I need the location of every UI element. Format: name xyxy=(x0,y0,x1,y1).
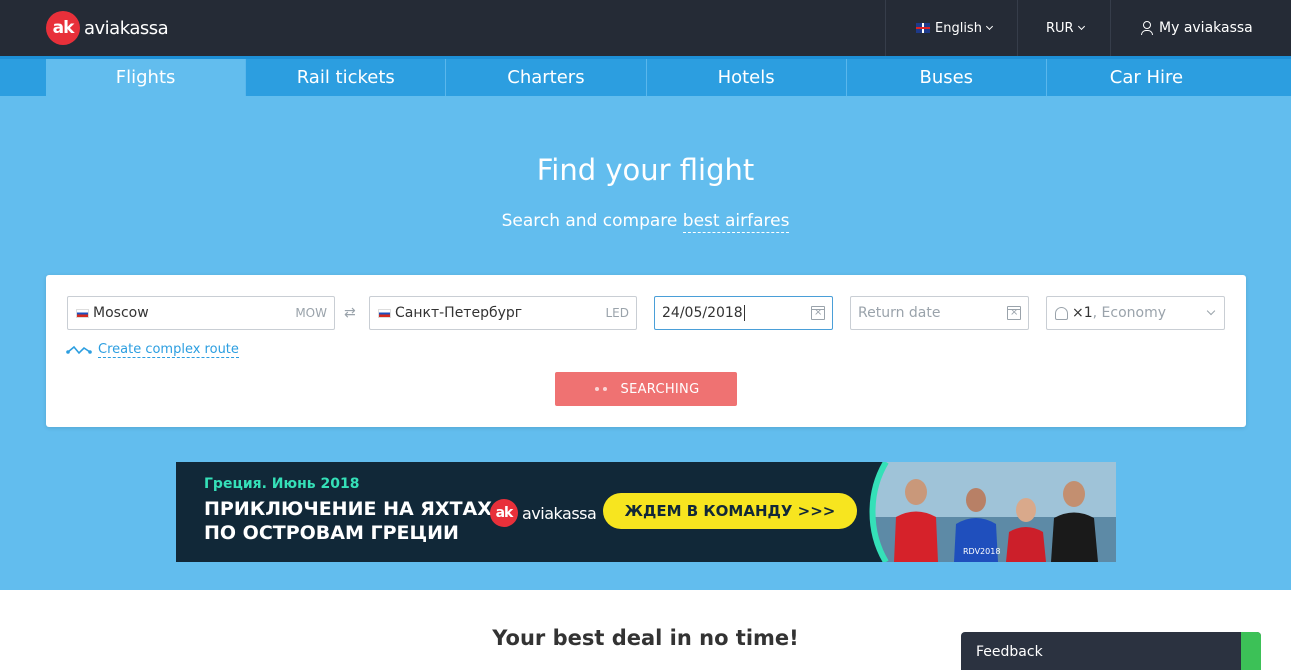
passengers-class-select[interactable]: ×1, Economy xyxy=(1046,296,1225,330)
my-account-link[interactable]: My aviakassa xyxy=(1141,0,1253,56)
team-photo-image: RDV2018 xyxy=(866,462,1116,562)
top-bar: ak aviakassa English RUR My aviakassa xyxy=(0,0,1291,56)
banner-headline-2: ПО ОСТРОВАМ ГРЕЦИИ xyxy=(204,522,459,544)
banner-headline-1: ПРИКЛЮЧЕНИЕ НА ЯХТАХ xyxy=(204,498,492,520)
tab-car-hire[interactable]: Car Hire xyxy=(1047,59,1246,96)
best-airfares-link[interactable]: best airfares xyxy=(682,211,790,233)
search-form: Moscow MOW ⇄ Санкт-Петербург LED 24/05/2… xyxy=(46,275,1246,427)
logo-mark-icon: ak xyxy=(490,499,518,527)
origin-code: MOW xyxy=(295,306,327,320)
destination-city: Санкт-Петербург xyxy=(395,305,523,321)
tab-hotels[interactable]: Hotels xyxy=(647,59,847,96)
route-icon xyxy=(66,345,92,355)
banner-logo: ak aviakassa xyxy=(490,499,597,527)
logo-mark-icon: ak xyxy=(46,11,80,45)
text-cursor xyxy=(743,305,745,321)
create-complex-route-link[interactable]: Create complex route xyxy=(66,342,239,358)
user-icon xyxy=(1141,21,1153,35)
hero-subtitle: Search and compare best airfares xyxy=(0,211,1291,233)
return-date-field[interactable]: Return date xyxy=(850,296,1029,330)
origin-city: Moscow xyxy=(93,305,149,321)
search-button[interactable]: SEARCHING xyxy=(555,372,737,406)
banner-date: Греция. Июнь 2018 xyxy=(204,476,360,492)
passenger-count: ×1 xyxy=(1072,305,1093,321)
destination-field[interactable]: Санкт-Петербург LED xyxy=(369,296,637,330)
product-nav: Flights Rail tickets Charters Hotels Bus… xyxy=(0,56,1291,96)
account-label: My aviakassa xyxy=(1159,20,1253,36)
banner-cta-button[interactable]: ЖДЕМ В КОМАНДУ >>> xyxy=(603,493,857,529)
complex-route-label: Create complex route xyxy=(98,342,239,358)
page-title: Find your flight xyxy=(536,153,755,187)
calendar-icon[interactable] xyxy=(811,306,825,320)
chevron-down-icon xyxy=(985,22,993,31)
tab-rail-tickets[interactable]: Rail tickets xyxy=(246,59,447,96)
russia-flag-icon xyxy=(76,308,89,318)
logo-text: aviakassa xyxy=(84,17,169,39)
divider xyxy=(1110,0,1111,56)
feedback-button[interactable]: Feedback xyxy=(961,632,1261,670)
depart-date-value: 24/05/2018 xyxy=(662,305,743,321)
language-selector[interactable]: English xyxy=(916,0,993,56)
calendar-icon[interactable] xyxy=(1007,306,1021,320)
depart-date-field[interactable]: 24/05/2018 xyxy=(654,296,833,330)
currency-selector[interactable]: RUR xyxy=(1046,0,1085,56)
search-button-label: SEARCHING xyxy=(620,381,700,397)
cabin-class: , Economy xyxy=(1092,305,1167,321)
promo-banner[interactable]: Греция. Июнь 2018 ПРИКЛЮЧЕНИЕ НА ЯХТАХ П… xyxy=(176,462,1116,562)
divider xyxy=(1017,0,1018,56)
language-label: English xyxy=(935,20,982,36)
nav-tabs: Flights Rail tickets Charters Hotels Bus… xyxy=(46,59,1246,96)
russia-flag-icon xyxy=(378,308,391,318)
origin-field[interactable]: Moscow MOW xyxy=(67,296,335,330)
chevron-down-icon xyxy=(1206,306,1216,316)
shirt-text: RDV2018 xyxy=(963,547,1000,556)
tab-flights[interactable]: Flights xyxy=(46,59,247,96)
feedback-label: Feedback xyxy=(976,644,1043,660)
uk-flag-icon xyxy=(916,23,930,33)
loading-spinner-icon xyxy=(593,387,609,391)
chevron-down-icon xyxy=(1077,22,1085,31)
return-date-placeholder: Return date xyxy=(858,305,941,321)
divider xyxy=(885,0,886,56)
subtitle-text: Search and compare xyxy=(501,211,683,231)
destination-code: LED xyxy=(605,306,629,320)
banner-logo-text: aviakassa xyxy=(522,503,597,523)
currency-label: RUR xyxy=(1046,20,1074,36)
hero-section: Find your flight Search and compare best… xyxy=(0,96,1291,590)
tab-charters[interactable]: Charters xyxy=(446,59,647,96)
swap-directions-icon[interactable]: ⇄ xyxy=(344,305,356,321)
passenger-icon xyxy=(1055,306,1068,320)
aviakassa-logo[interactable]: ak aviakassa xyxy=(46,11,169,45)
tab-buses[interactable]: Buses xyxy=(847,59,1047,96)
